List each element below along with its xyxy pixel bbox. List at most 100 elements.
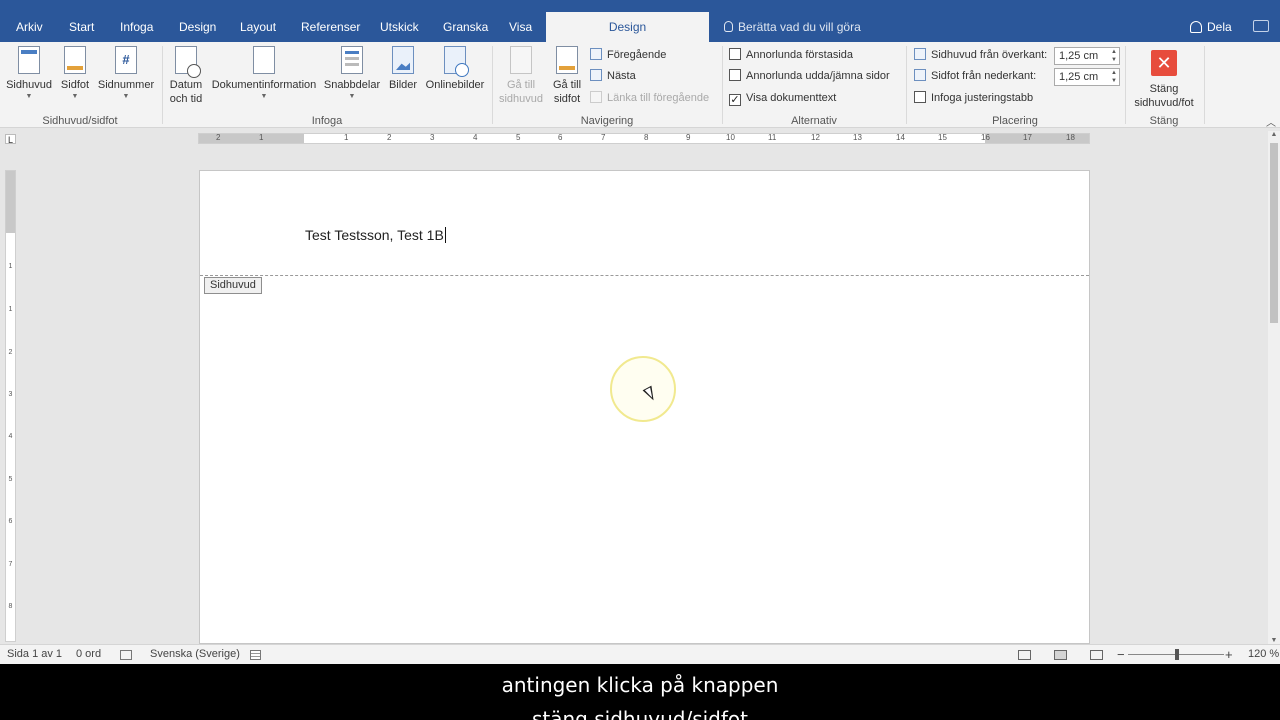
goto-header-icon bbox=[510, 46, 532, 74]
pictures-label: Bilder bbox=[388, 79, 418, 91]
text-cursor bbox=[444, 227, 446, 243]
ruler-tick: 1 bbox=[8, 263, 13, 270]
tab-arkiv[interactable]: Arkiv bbox=[14, 12, 45, 42]
goto-footer-label-1: Gå till bbox=[552, 79, 582, 91]
header-from-top-input[interactable]: 1,25 cm ▲ ▼ bbox=[1054, 47, 1120, 65]
spinner-arrows-icon[interactable]: ▲ ▼ bbox=[1111, 48, 1117, 64]
insert-alignment-tab-button[interactable]: Infoga justeringstabb bbox=[914, 88, 1033, 108]
different-first-page-checkbox[interactable]: Annorlunda förstasida bbox=[729, 45, 853, 65]
show-document-text-checkbox[interactable]: ✓ Visa dokumenttext bbox=[729, 88, 836, 108]
page-number-button[interactable]: # Sidnummer ▼ bbox=[96, 46, 156, 101]
previous-icon bbox=[590, 48, 602, 60]
vertical-scrollbar[interactable]: ▲ ▼ bbox=[1268, 131, 1280, 644]
online-pictures-button[interactable]: Onlinebilder bbox=[423, 46, 487, 92]
insert-alignment-tab-label: Infoga justeringstabb bbox=[931, 92, 1034, 104]
header-icon bbox=[18, 46, 40, 74]
page-count[interactable]: Sida 1 av 1 bbox=[7, 645, 62, 664]
macro-recording-icon[interactable] bbox=[250, 650, 261, 660]
ruler-tick: 2 bbox=[8, 349, 13, 356]
tell-me-search[interactable]: Berätta vad du vill göra bbox=[724, 12, 861, 42]
footer-button[interactable]: Sidfot ▼ bbox=[56, 46, 94, 101]
show-document-text-label: Visa dokumenttext bbox=[746, 92, 837, 104]
subtitle-overlay: antingen klicka på knappen stäng sidhuvu… bbox=[0, 664, 1280, 720]
chevron-down-icon: ▼ bbox=[122, 93, 130, 100]
tab-layout[interactable]: Layout bbox=[238, 12, 278, 42]
date-time-button[interactable]: Datum och tid bbox=[166, 46, 206, 106]
scroll-thumb[interactable] bbox=[1270, 143, 1278, 323]
quick-parts-icon bbox=[341, 46, 363, 74]
different-odd-even-checkbox[interactable]: Annorlunda udda/jämna sidor bbox=[729, 66, 890, 86]
web-layout-icon[interactable] bbox=[1090, 650, 1103, 660]
header-from-top-label: Sidhuvud från överkant: bbox=[914, 45, 1047, 65]
scroll-up-icon[interactable]: ▲ bbox=[1268, 131, 1280, 138]
tab-start[interactable]: Start bbox=[67, 12, 96, 42]
goto-header-label-2: sidhuvud bbox=[498, 93, 544, 105]
tab-infoga[interactable]: Infoga bbox=[118, 12, 155, 42]
person-icon bbox=[1190, 21, 1202, 33]
header-button-label: Sidhuvud bbox=[6, 79, 52, 91]
zoom-in-button[interactable]: + bbox=[1225, 645, 1233, 664]
ruler-tick: 15 bbox=[938, 133, 947, 142]
header-position-icon bbox=[914, 48, 926, 60]
footer-icon bbox=[64, 46, 86, 74]
collapse-ribbon-icon[interactable]: ︿ bbox=[1266, 114, 1276, 129]
previous-button[interactable]: Föregående bbox=[590, 45, 666, 65]
zoom-out-button[interactable]: − bbox=[1117, 645, 1125, 664]
group-separator bbox=[906, 46, 907, 124]
pictures-button[interactable]: Bilder bbox=[385, 46, 421, 92]
tab-utskick[interactable]: Utskick bbox=[378, 12, 421, 42]
ruler-tick: 2 bbox=[216, 133, 221, 142]
tell-me-label: Berätta vad du vill göra bbox=[738, 20, 861, 34]
goto-header-label-1: Gå till bbox=[506, 79, 536, 91]
comment-icon[interactable] bbox=[1253, 20, 1269, 32]
tab-header-footer-design[interactable]: Design bbox=[546, 12, 709, 42]
close-header-footer-button[interactable]: ✕ Stäng sidhuvud/fot bbox=[1128, 46, 1200, 110]
goto-footer-button[interactable]: Gå till sidfot bbox=[548, 46, 586, 106]
group-label-header-footer: Sidhuvud/sidfot bbox=[42, 115, 118, 127]
ruler-tick: 9 bbox=[686, 133, 691, 142]
link-previous-button[interactable]: Länka till föregående bbox=[590, 88, 709, 108]
goto-header-button[interactable]: Gå till sidhuvud bbox=[496, 46, 546, 106]
quick-parts-button[interactable]: Snabbdelar ▼ bbox=[322, 46, 382, 101]
goto-footer-label-2: sidfot bbox=[553, 93, 581, 105]
zoom-level[interactable]: 120 % bbox=[1248, 645, 1279, 664]
ruler-tick: 10 bbox=[726, 133, 735, 142]
header-from-top-value: 1,25 cm bbox=[1059, 50, 1099, 62]
ruler-tick: 5 bbox=[8, 476, 13, 483]
vertical-ruler[interactable]: 1 1 2 3 4 5 6 7 8 bbox=[5, 170, 16, 642]
alignment-tab-icon bbox=[914, 91, 926, 103]
ruler-tick: 3 bbox=[8, 391, 13, 398]
group-separator bbox=[722, 46, 723, 124]
spinner-arrows-icon[interactable]: ▲ ▼ bbox=[1111, 69, 1117, 85]
subtitle-line-2: stäng sidhuvud/sidfot bbox=[531, 707, 748, 720]
document-info-label: Dokumentinformation bbox=[211, 79, 317, 91]
header-button[interactable]: Sidhuvud ▼ bbox=[4, 46, 54, 101]
tab-design[interactable]: Design bbox=[177, 12, 218, 42]
read-mode-icon[interactable] bbox=[1018, 650, 1031, 660]
horizontal-ruler[interactable]: 2 1 1 2 3 4 5 6 7 8 9 10 11 12 13 14 15 … bbox=[198, 133, 1090, 144]
footer-from-bottom-input[interactable]: 1,25 cm ▲ ▼ bbox=[1054, 68, 1120, 86]
header-from-top-text: Sidhuvud från överkant: bbox=[931, 49, 1048, 61]
document-info-button[interactable]: Dokumentinformation ▼ bbox=[207, 46, 321, 101]
chevron-down-icon: ▼ bbox=[25, 93, 33, 100]
header-tag: Sidhuvud bbox=[204, 277, 262, 294]
tab-referenser[interactable]: Referenser bbox=[299, 12, 362, 42]
language[interactable]: Svenska (Sverige) bbox=[150, 645, 240, 664]
print-layout-icon[interactable] bbox=[1054, 650, 1067, 660]
next-button[interactable]: Nästa bbox=[590, 66, 636, 86]
date-time-label-1: Datum bbox=[169, 79, 203, 91]
header-content[interactable]: Test Testsson, Test 1B bbox=[305, 227, 446, 243]
tab-granska[interactable]: Granska bbox=[441, 12, 490, 42]
header-text: Test Testsson, Test 1B bbox=[305, 227, 444, 243]
share-button[interactable]: Dela bbox=[1190, 12, 1232, 42]
scroll-down-icon[interactable]: ▼ bbox=[1268, 637, 1280, 644]
tab-visa[interactable]: Visa bbox=[507, 12, 534, 42]
tab-selector[interactable]: L bbox=[5, 134, 16, 145]
word-count[interactable]: 0 ord bbox=[76, 645, 101, 664]
different-odd-even-label: Annorlunda udda/jämna sidor bbox=[746, 70, 890, 82]
group-separator bbox=[492, 46, 493, 124]
footer-from-bottom-value: 1,25 cm bbox=[1059, 71, 1099, 83]
proofing-icon[interactable] bbox=[120, 650, 132, 660]
chevron-down-icon: ▼ bbox=[260, 93, 268, 100]
zoom-slider-thumb[interactable] bbox=[1175, 649, 1179, 660]
